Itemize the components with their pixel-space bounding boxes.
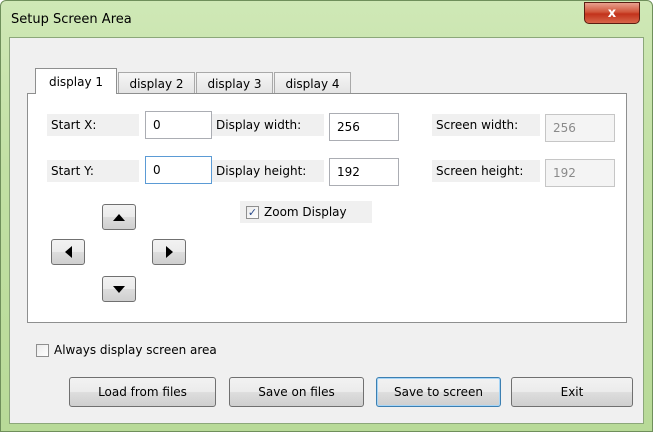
- always-display-checkbox[interactable]: Always display screen area: [36, 342, 217, 358]
- left-arrow-icon: [64, 246, 72, 258]
- right-arrow-icon: [165, 246, 173, 258]
- start-x-label: Start X:: [47, 114, 139, 136]
- exit-button[interactable]: Exit: [511, 377, 633, 407]
- tab-panel: Start X: Display width: Screen width: St…: [27, 93, 627, 323]
- load-from-files-button[interactable]: Load from files: [69, 377, 216, 407]
- zoom-display-checkbox[interactable]: ✓ Zoom Display: [240, 201, 372, 223]
- display-width-input[interactable]: [329, 113, 399, 141]
- checkbox-box-icon: [36, 343, 49, 357]
- zoom-display-label: Zoom Display: [264, 205, 347, 219]
- screen-width-input: [545, 114, 615, 142]
- display-height-input[interactable]: [329, 158, 399, 186]
- tab-label: display 4: [285, 76, 340, 91]
- screen-height-input: [545, 159, 615, 187]
- screen-height-label: Screen height:: [432, 160, 540, 182]
- move-right-button[interactable]: [152, 239, 186, 265]
- tab-display-2[interactable]: display 2: [118, 72, 195, 94]
- window-title: Setup Screen Area: [11, 12, 132, 27]
- display-height-label: Display height:: [212, 160, 324, 182]
- tab-display-4[interactable]: display 4: [274, 72, 351, 94]
- always-display-label: Always display screen area: [54, 343, 217, 357]
- tab-label: display 3: [207, 76, 262, 91]
- move-left-button[interactable]: [51, 239, 85, 265]
- close-icon: x: [607, 5, 617, 21]
- start-y-label: Start Y:: [47, 160, 139, 182]
- save-to-screen-button[interactable]: Save to screen: [376, 377, 501, 407]
- tab-label: display 2: [129, 76, 184, 91]
- close-button[interactable]: x: [584, 2, 640, 24]
- start-x-input[interactable]: [145, 111, 212, 139]
- check-icon: ✓: [246, 205, 259, 219]
- tab-display-3[interactable]: display 3: [196, 72, 273, 94]
- title-bar[interactable]: Setup Screen Area x: [1, 1, 652, 37]
- tab-display-1[interactable]: display 1: [35, 68, 117, 94]
- tab-label: display 1: [48, 74, 104, 89]
- move-up-button[interactable]: [102, 204, 136, 230]
- start-y-input[interactable]: [145, 156, 212, 184]
- screen-width-label: Screen width:: [432, 114, 540, 136]
- save-on-files-button[interactable]: Save on files: [229, 377, 364, 407]
- move-down-button[interactable]: [102, 276, 136, 302]
- display-width-label: Display width:: [212, 114, 324, 136]
- up-arrow-icon: [113, 213, 125, 221]
- down-arrow-icon: [113, 285, 125, 293]
